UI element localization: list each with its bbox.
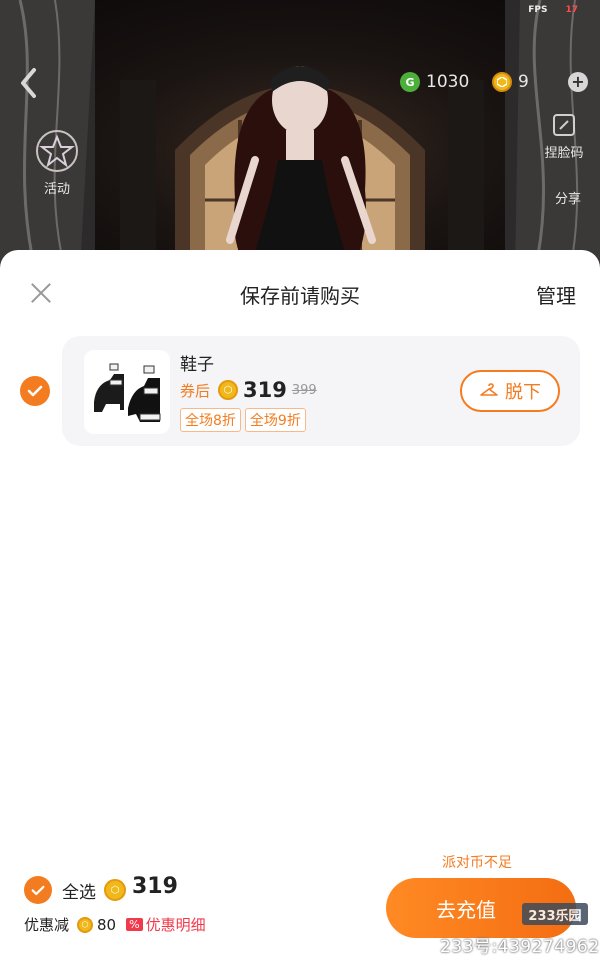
item-thumbnail [84, 350, 170, 434]
discount-detail-link[interactable]: % 优惠明细 [126, 914, 206, 935]
discount-tag: 全场9折 [244, 408, 306, 432]
item-price: 319 [243, 378, 287, 402]
watermark-text: 233号:439274962 [440, 937, 600, 957]
checkmark-icon [31, 885, 45, 895]
watermark-logo: 233乐园 [522, 903, 588, 925]
total-price: 319 [132, 874, 178, 899]
fps-counter: FPS 17 [528, 5, 578, 15]
discount-label: 优惠减 [24, 916, 70, 934]
party-coin-icon: ⬡ [218, 380, 239, 400]
percent-icon: % [126, 918, 143, 931]
select-all-checkbox[interactable] [24, 876, 52, 904]
item-checkbox[interactable] [20, 376, 50, 406]
manage-button[interactable]: 管理 [536, 280, 576, 309]
cathedral-backdrop [0, 0, 600, 270]
fps-value: 17 [565, 5, 578, 15]
discount-tags: 全场8折 全场9折 [180, 408, 306, 432]
party-coin-icon: ⬡ [104, 879, 126, 901]
discount-summary: 优惠减 ⬡ 80 % 优惠明细 [24, 914, 206, 935]
gem-icon: G [400, 72, 420, 92]
face-code-label: 捏脸码 [544, 146, 584, 161]
cart-item: 鞋子 券后 ⬡ 319 399 全场8折 全场9折 脱下 [62, 336, 580, 446]
party-coin-balance: 9 [492, 68, 529, 96]
face-code-button[interactable]: 捏脸码 [532, 112, 596, 161]
take-off-button[interactable]: 脱下 [460, 370, 560, 412]
hanger-icon [480, 383, 498, 396]
game-scene: FPS 17 G 1030 9 + 活动 捏脸码 分享 [0, 0, 600, 270]
share-button[interactable]: 分享 [540, 188, 596, 207]
share-label: 分享 [554, 192, 581, 207]
party-coin-icon: ⬡ [77, 916, 94, 933]
fps-label: FPS [528, 5, 548, 15]
gem-balance: G 1030 [400, 68, 469, 96]
discount-amount: 80 [97, 915, 117, 934]
take-off-label: 脱下 [505, 382, 541, 403]
checkmark-icon [27, 385, 43, 397]
discount-detail-label: 优惠明细 [145, 916, 206, 934]
activity-label: 活动 [43, 182, 70, 197]
select-all-toggle[interactable]: 全选 [24, 876, 96, 904]
sheet-title: 保存前请购买 [240, 284, 360, 308]
select-all-label: 全选 [62, 882, 96, 903]
after-coupon-label: 券后 [180, 381, 211, 400]
item-original-price: 399 [291, 382, 317, 398]
platform-heels-icon [94, 363, 161, 422]
purchase-sheet: 保存前请购买 管理 鞋子 券后 ⬡ 319 399 全场8折 全场9折 脱下 派… [0, 250, 600, 960]
item-name: 鞋子 [180, 355, 214, 375]
back-arrow-icon[interactable] [18, 66, 40, 100]
add-currency-button[interactable]: + [568, 72, 588, 92]
gem-value: 1030 [426, 72, 470, 92]
discount-tag: 全场8折 [180, 408, 241, 432]
activity-button[interactable]: 活动 [28, 128, 86, 197]
item-price-row: 券后 ⬡ 319 399 [180, 378, 317, 402]
party-coin-value: 9 [518, 72, 529, 92]
insufficient-coins-notice: 派对币不足 [442, 855, 512, 871]
recharge-label: 去充值 [436, 897, 496, 922]
party-coin-icon [492, 72, 512, 92]
edit-icon [553, 114, 575, 136]
star-badge-icon [36, 130, 78, 172]
